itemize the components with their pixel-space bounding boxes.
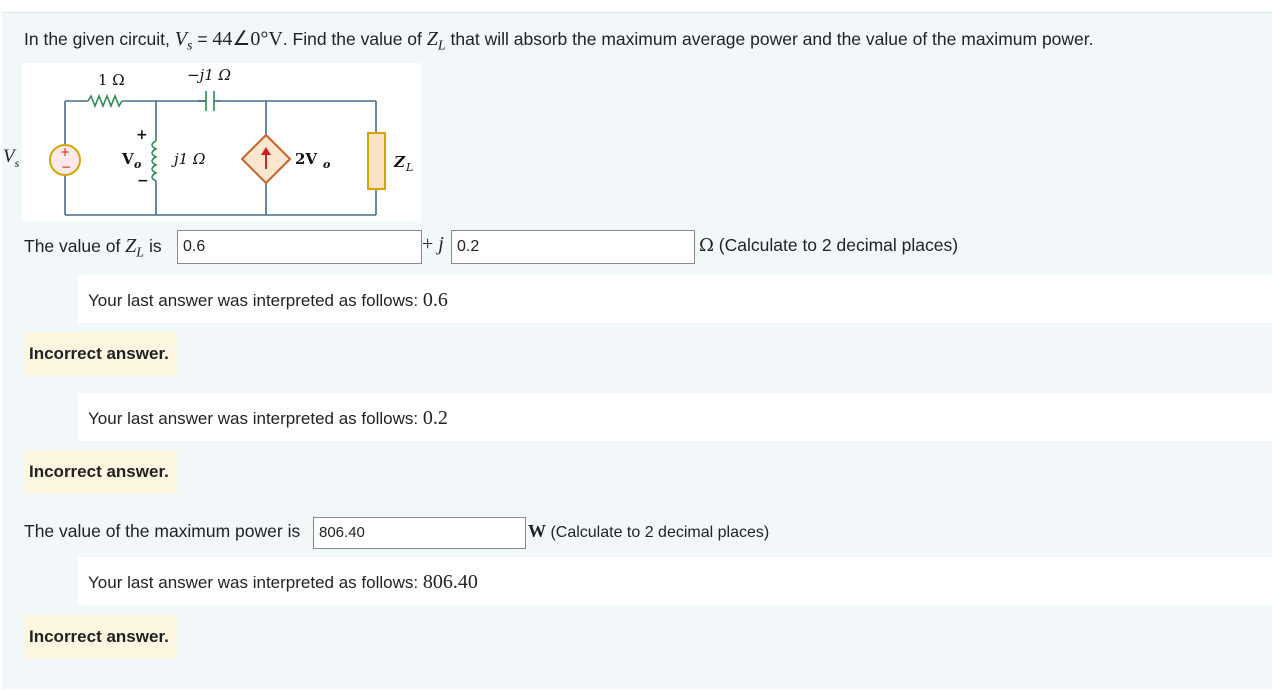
status-badge: Incorrect answer. [24,615,177,659]
vo-plus: + [136,127,148,143]
ind-label: j1 Ω [171,150,205,168]
svg-text:o: o [134,158,141,171]
zl-answer-label: The value of ZL is [24,235,162,261]
inductor [151,140,158,182]
dep-label: 2V [295,150,317,168]
plus-j-label: + j [422,233,444,255]
zl-label: Z [393,153,406,171]
power-answer-label: The value of the maximum power is [24,521,301,541]
svg-text:−: − [61,160,71,174]
capacitor [198,91,220,111]
svg-text:o: o [323,158,330,171]
vs-label: Vs [3,146,20,170]
zl-real-input[interactable]: 0.6 [177,230,422,264]
circuit-svg: + − 1 Ω −j1 Ω j1 Ω + − V o 2V o Z L [49,66,413,216]
zl-imag-input[interactable]: 0.2 [451,230,695,264]
power-input[interactable]: 806.40 [313,517,526,549]
cap-label: −j1 Ω [187,66,231,84]
circuit-diagram: + − 1 Ω −j1 Ω j1 Ω + − V o 2V o Z L [22,63,421,221]
interpretation-box: Your last answer was interpreted as foll… [78,275,1272,323]
question-text: In the given circuit, Vs = 44∠0°V. Find … [24,28,1094,54]
interpretation-box: Your last answer was interpreted as foll… [78,557,1272,605]
vo-minus: − [137,173,149,189]
interpretation-box: Your last answer was interpreted as foll… [78,393,1272,441]
power-unit-note: W (Calculate to 2 decimal places) [528,521,770,541]
load-impedance [367,132,386,190]
zl-unit-note: Ω (Calculate to 2 decimal places) [699,235,959,256]
svg-text:+: + [60,145,70,159]
r1-label: 1 Ω [98,71,125,89]
svg-text:L: L [405,161,413,174]
status-badge: Incorrect answer. [24,450,177,494]
vo-label: V [121,150,134,168]
resistor-1ohm [87,93,123,109]
status-badge: Incorrect answer. [24,332,177,376]
